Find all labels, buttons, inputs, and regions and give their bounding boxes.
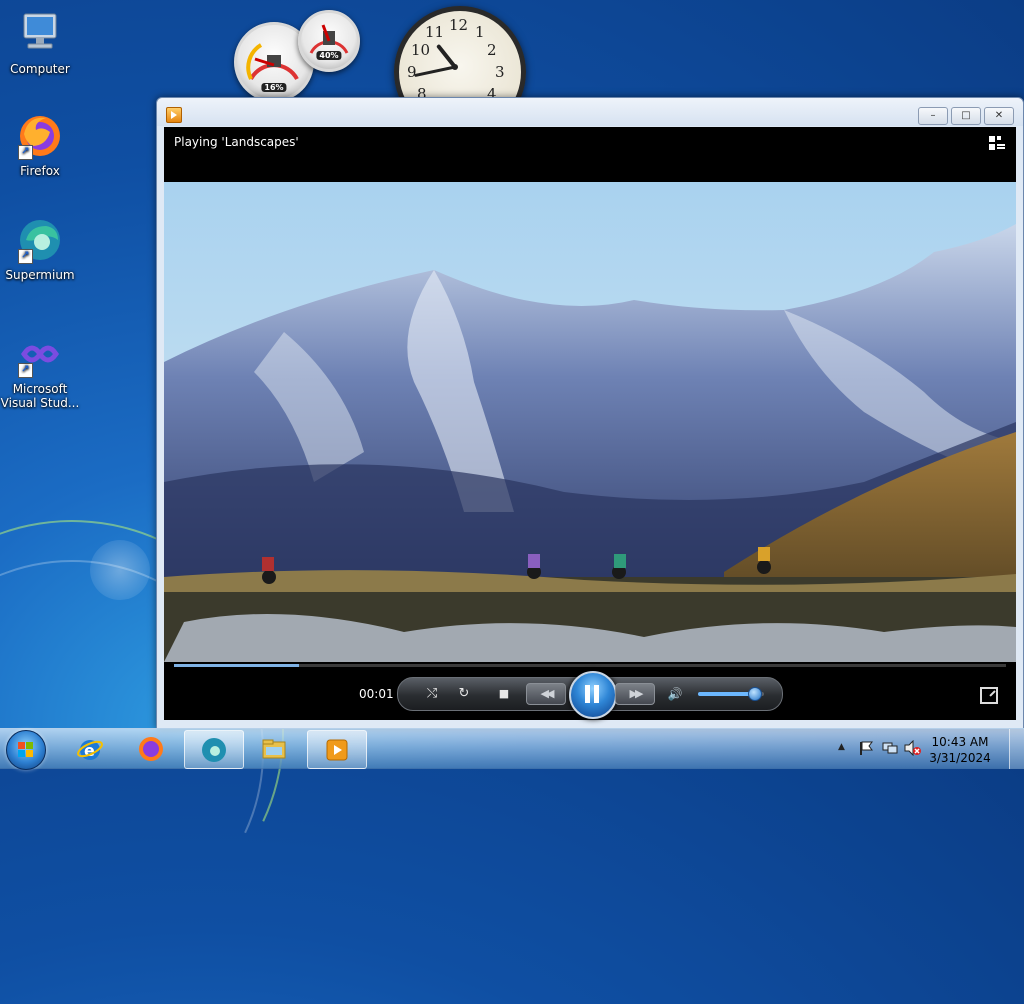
taskbar-time: 10:43 AM	[931, 735, 989, 749]
notification-area: ▲ 10:43 AM 3/31/2024	[834, 729, 1024, 769]
taskbar-windows-media-player[interactable]	[307, 730, 367, 769]
taskbar-internet-explorer[interactable]: e	[61, 730, 119, 767]
maximize-button[interactable]: □	[951, 107, 981, 125]
switch-to-library-icon[interactable]	[988, 135, 1006, 151]
playback-controls: ⤭ ↻ ■ ◀◀ ▶▶ 🔊	[397, 671, 783, 719]
pause-button[interactable]	[569, 671, 617, 719]
shortcut-arrow-icon: ↗	[18, 249, 33, 264]
desktop-icon-label: Microsoft Visual Stud...	[0, 382, 80, 410]
seek-bar[interactable]	[174, 664, 1006, 667]
computer-icon	[16, 10, 64, 58]
taskbar-windows-explorer[interactable]	[245, 730, 303, 767]
stop-button[interactable]: ■	[495, 686, 513, 702]
repeat-button[interactable]: ↻	[455, 686, 473, 702]
firefox-icon: ↗	[16, 112, 64, 160]
windows-logo-icon	[18, 742, 34, 758]
firefox-icon	[139, 737, 163, 761]
desktop-icon-visual-studio[interactable]: ↗ Microsoft Visual Stud...	[0, 330, 80, 410]
start-button[interactable]	[6, 730, 46, 770]
taskbar-date: 3/31/2024	[929, 751, 991, 765]
network-icon[interactable]	[882, 740, 898, 756]
media-player-window[interactable]: – □ ✕ Playing 'Landscapes' 00:01 ⤭ ↻ ■ ◀…	[156, 97, 1024, 729]
desktop-icon-firefox[interactable]: ↗ Firefox	[0, 112, 80, 178]
volume-slider-handle[interactable]	[748, 687, 763, 701]
media-player-icon	[166, 107, 182, 123]
internet-explorer-icon: e	[77, 740, 103, 760]
now-playing-text: Playing 'Landscapes'	[174, 135, 299, 149]
show-hidden-icons-icon[interactable]: ▲	[838, 742, 845, 752]
elapsed-time: 00:01	[359, 687, 394, 701]
previous-button[interactable]: ◀◀	[526, 683, 566, 705]
desktop-icon-label: Computer	[10, 62, 70, 76]
title-bar[interactable]: – □ ✕	[157, 98, 1023, 126]
shuffle-button[interactable]: ⤭	[423, 686, 441, 702]
hour-hand	[436, 44, 457, 69]
supermium-icon: ↗	[16, 216, 64, 264]
close-button[interactable]: ✕	[984, 107, 1014, 125]
minimize-button[interactable]: –	[918, 107, 948, 125]
seek-bar-progress	[174, 664, 299, 667]
taskbar-supermium[interactable]	[184, 730, 244, 769]
desktop-icon-supermium[interactable]: ↗ Supermium	[0, 216, 80, 282]
supermium-icon	[202, 738, 226, 762]
desktop-icon-computer[interactable]: Computer	[0, 10, 80, 76]
memory-value: 40%	[316, 51, 342, 60]
volume-muted-icon[interactable]	[904, 740, 922, 756]
minute-hand	[414, 65, 457, 77]
mute-button[interactable]: 🔊	[666, 686, 684, 702]
shortcut-arrow-icon: ↗	[18, 145, 33, 160]
player-area[interactable]: Playing 'Landscapes' 00:01 ⤭ ↻ ■ ◀◀ ▶▶ 🔊	[164, 127, 1016, 720]
media-player-icon	[326, 739, 348, 761]
visual-studio-icon: ↗	[16, 330, 64, 378]
video-frame[interactable]	[164, 182, 1016, 662]
memory-gauge-dial	[309, 24, 349, 54]
taskbar-firefox[interactable]	[122, 730, 180, 767]
fullscreen-icon[interactable]	[980, 687, 998, 704]
shortcut-arrow-icon: ↗	[18, 363, 33, 378]
next-button[interactable]: ▶▶	[615, 683, 655, 705]
taskbar: e ▲ 10:43 AM 3/31/2024	[0, 728, 1024, 770]
taskbar-clock[interactable]: 10:43 AM 3/31/2024	[925, 734, 995, 766]
show-desktop-button[interactable]	[1009, 729, 1024, 769]
folder-icon	[262, 739, 286, 759]
memory-meter-gauge[interactable]: 40%	[298, 10, 360, 72]
cpu-value: 16%	[261, 83, 287, 92]
action-center-flag-icon[interactable]	[858, 740, 874, 756]
wallpaper-glow	[90, 540, 150, 600]
desktop-icon-label: Supermium	[5, 268, 75, 282]
desktop-icon-label: Firefox	[20, 164, 60, 178]
